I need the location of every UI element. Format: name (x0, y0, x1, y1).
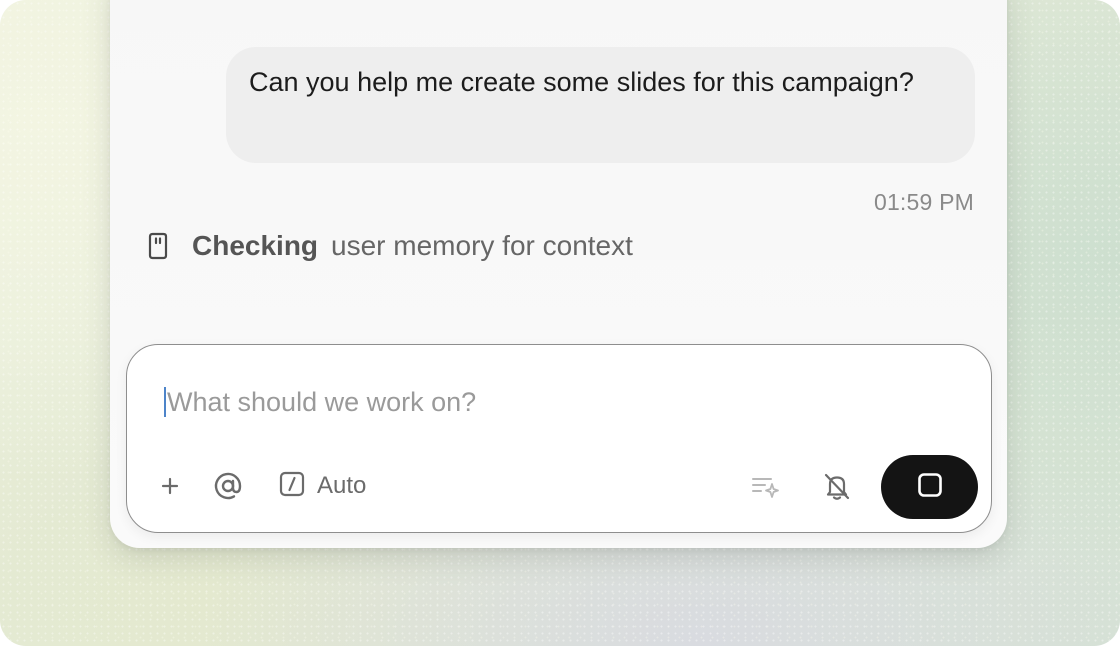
sparkle-list-icon[interactable] (748, 469, 782, 503)
message-input[interactable]: What should we work on? (164, 382, 476, 422)
stop-button[interactable] (881, 455, 978, 519)
stop-square-icon (917, 472, 943, 503)
bell-off-icon[interactable] (819, 468, 855, 504)
text-caret (164, 387, 166, 417)
message-composer[interactable]: What should we work on? Auto (126, 344, 992, 533)
status-verb: Checking (192, 230, 319, 261)
agent-status: Checking user memory for context (146, 226, 633, 266)
status-detail: user memory for context (331, 230, 633, 261)
model-label: Auto (317, 472, 367, 499)
user-message-text: Can you help me create some slides for t… (249, 67, 914, 97)
input-placeholder: What should we work on? (167, 386, 477, 417)
plus-icon[interactable] (155, 471, 185, 501)
slash-command-icon (279, 471, 305, 502)
memory-card-icon (146, 232, 170, 260)
model-selector[interactable]: Auto (279, 467, 366, 505)
message-timestamp: 01:59 PM (873, 189, 974, 215)
user-message-bubble: Can you help me create some slides for t… (226, 47, 975, 163)
at-sign-icon[interactable] (211, 469, 245, 503)
